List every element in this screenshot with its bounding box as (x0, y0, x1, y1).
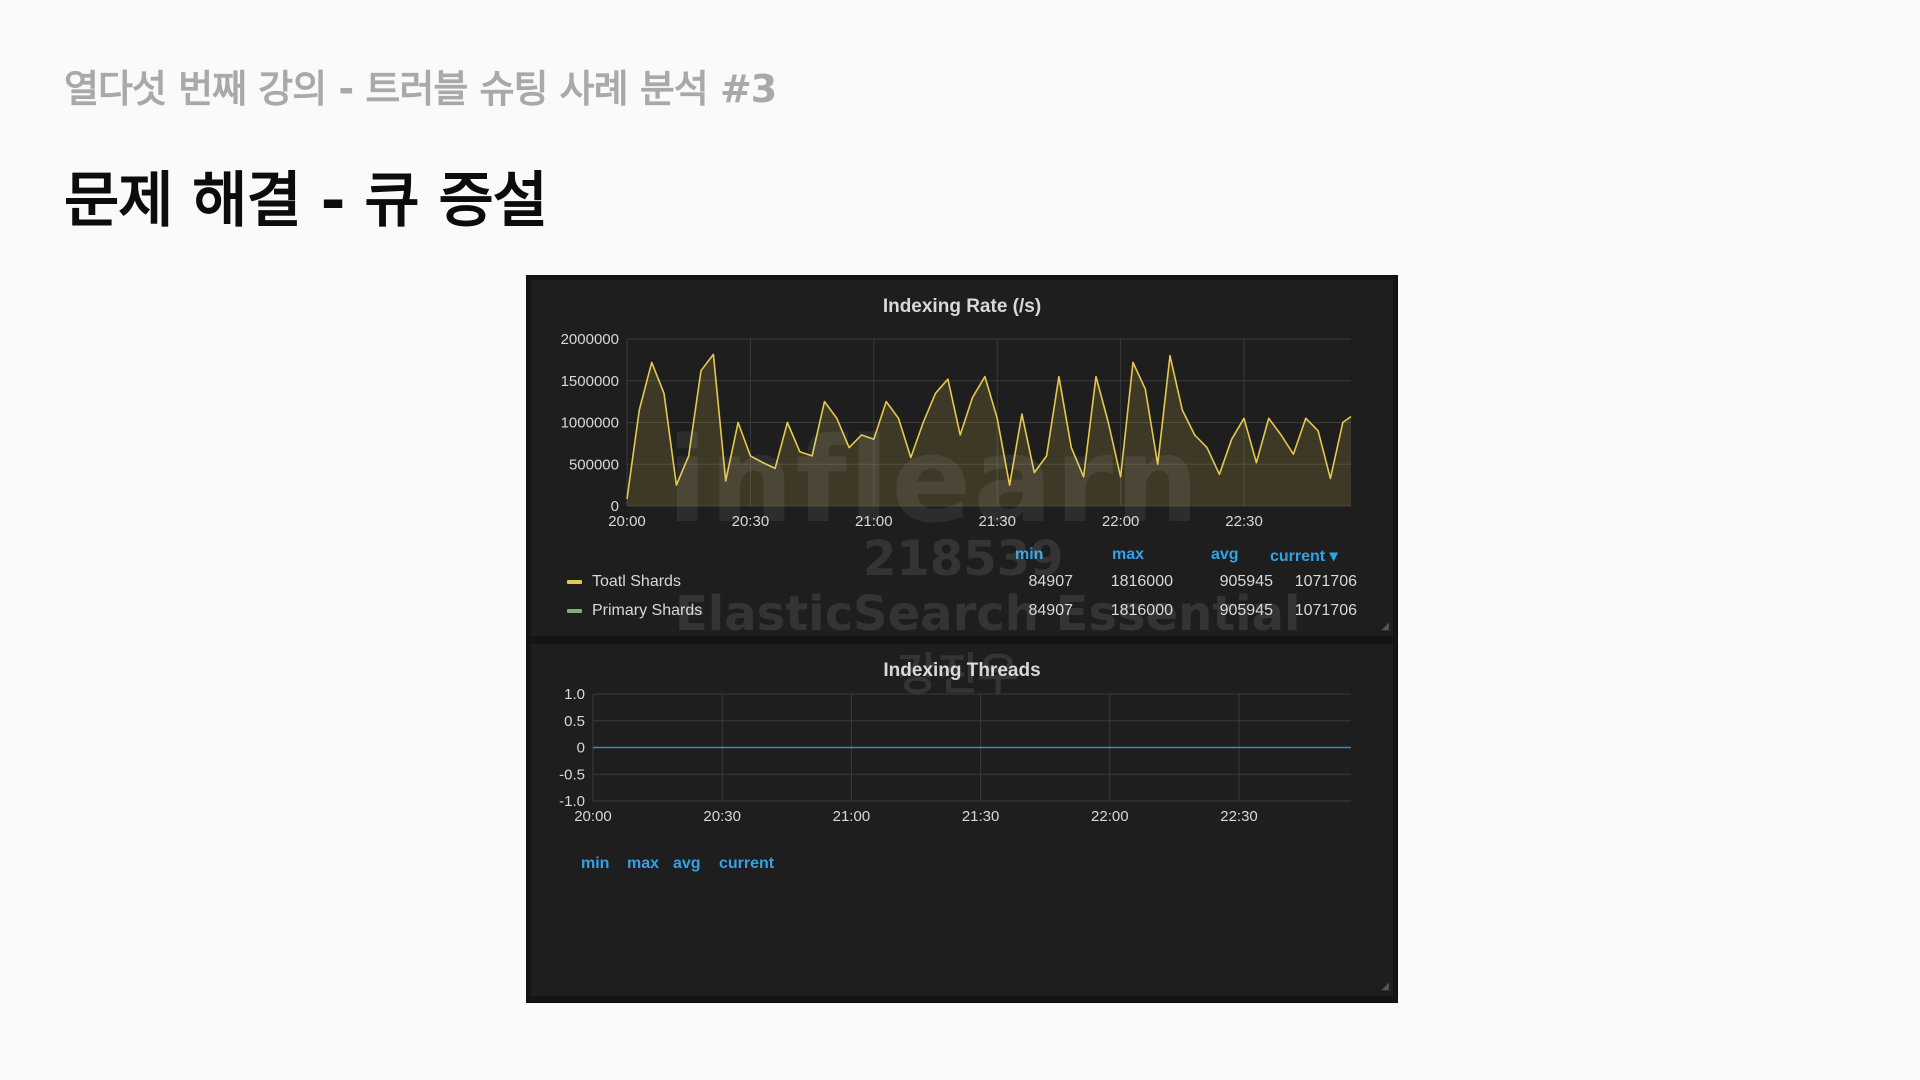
x-tick-label: 20:30 (732, 513, 770, 530)
x-tick-label: 21:00 (833, 808, 871, 825)
legend-header-avg[interactable]: avg (1211, 546, 1239, 564)
y-tick-label: -0.5 (559, 766, 585, 783)
legend-header-current[interactable]: current ▾ (1270, 546, 1338, 566)
x-tick-label: 20:00 (574, 808, 612, 825)
legend-item-primary-shards[interactable]: Primary Shards (567, 602, 702, 620)
y-tick-label: 0.5 (564, 713, 585, 730)
legend-header-min: min (1015, 546, 1044, 563)
legend-item-total-shards[interactable]: Toatl Shards (567, 573, 681, 591)
indexing-rate-panel: Indexing Rate (/s) 0 500000 1000000 1500000… (531, 280, 1393, 636)
total-shards-max: 1816000 (1110, 573, 1173, 590)
resize-handle-icon[interactable]: ◢ (1381, 621, 1389, 632)
total-shards-current: 1071706 (1294, 573, 1357, 590)
threads-legend-current: current (719, 855, 775, 872)
y-tick-label: 1500000 (561, 373, 619, 390)
threads-legend-min: min (581, 855, 610, 872)
resize-handle-icon[interactable]: ◢ (1381, 981, 1389, 992)
slide-title: 문제 해결 - 큐 증설 (64, 166, 548, 236)
series-area-fill (627, 354, 1351, 506)
x-tick-label: 22:30 (1225, 513, 1263, 530)
indexing-threads-panel: Indexing Threads 1.0 0.5 0 -0.5 -1.0 20:00 20:… (531, 644, 1393, 996)
legend-label-primary-shards: Primary Shards (592, 602, 703, 619)
y-tick-label: 2000000 (561, 331, 619, 348)
legend-header-max: max (1112, 546, 1145, 563)
primary-shards-swatch (567, 608, 582, 613)
total-shards-swatch (567, 579, 582, 584)
x-tick-label: 21:00 (855, 513, 893, 530)
x-tick-label: 20:00 (608, 513, 646, 530)
x-tick-label: 22:30 (1220, 808, 1258, 825)
y-tick-label: 1000000 (561, 415, 619, 432)
primary-shards-avg: 905945 (1219, 602, 1273, 619)
grafana-dashboard-screenshot: Indexing Rate (/s) 0 500000 1000000 1500000… (526, 275, 1398, 1003)
threads-legend-avg: avg (673, 855, 701, 872)
y-tick-label: 0 (577, 740, 585, 757)
x-tick-label: 21:30 (978, 513, 1016, 530)
x-tick-label: 22:00 (1091, 808, 1129, 825)
threads-legend-max: max (627, 855, 660, 872)
x-tick-label: 22:00 (1102, 513, 1140, 530)
total-shards-min: 84907 (1028, 573, 1074, 590)
x-tick-label: 21:30 (962, 808, 1000, 825)
primary-shards-min: 84907 (1028, 602, 1074, 619)
primary-shards-max: 1816000 (1110, 602, 1173, 619)
y-tick-label: 1.0 (564, 686, 585, 703)
x-tick-label: 20:30 (703, 808, 741, 825)
legend-label-total-shards: Toatl Shards (592, 573, 681, 590)
total-shards-avg: 905945 (1219, 573, 1273, 590)
slide-subtitle: 열다섯 번째 강의 - 트러블 슈팅 사례 분석 #3 (64, 67, 777, 111)
primary-shards-current: 1071706 (1294, 602, 1357, 619)
y-tick-label: 500000 (569, 456, 619, 473)
indexing-threads-chart: 1.00.50-0.5-1.020:00 20:30 21:00 21:30 22:00… (559, 686, 1351, 825)
